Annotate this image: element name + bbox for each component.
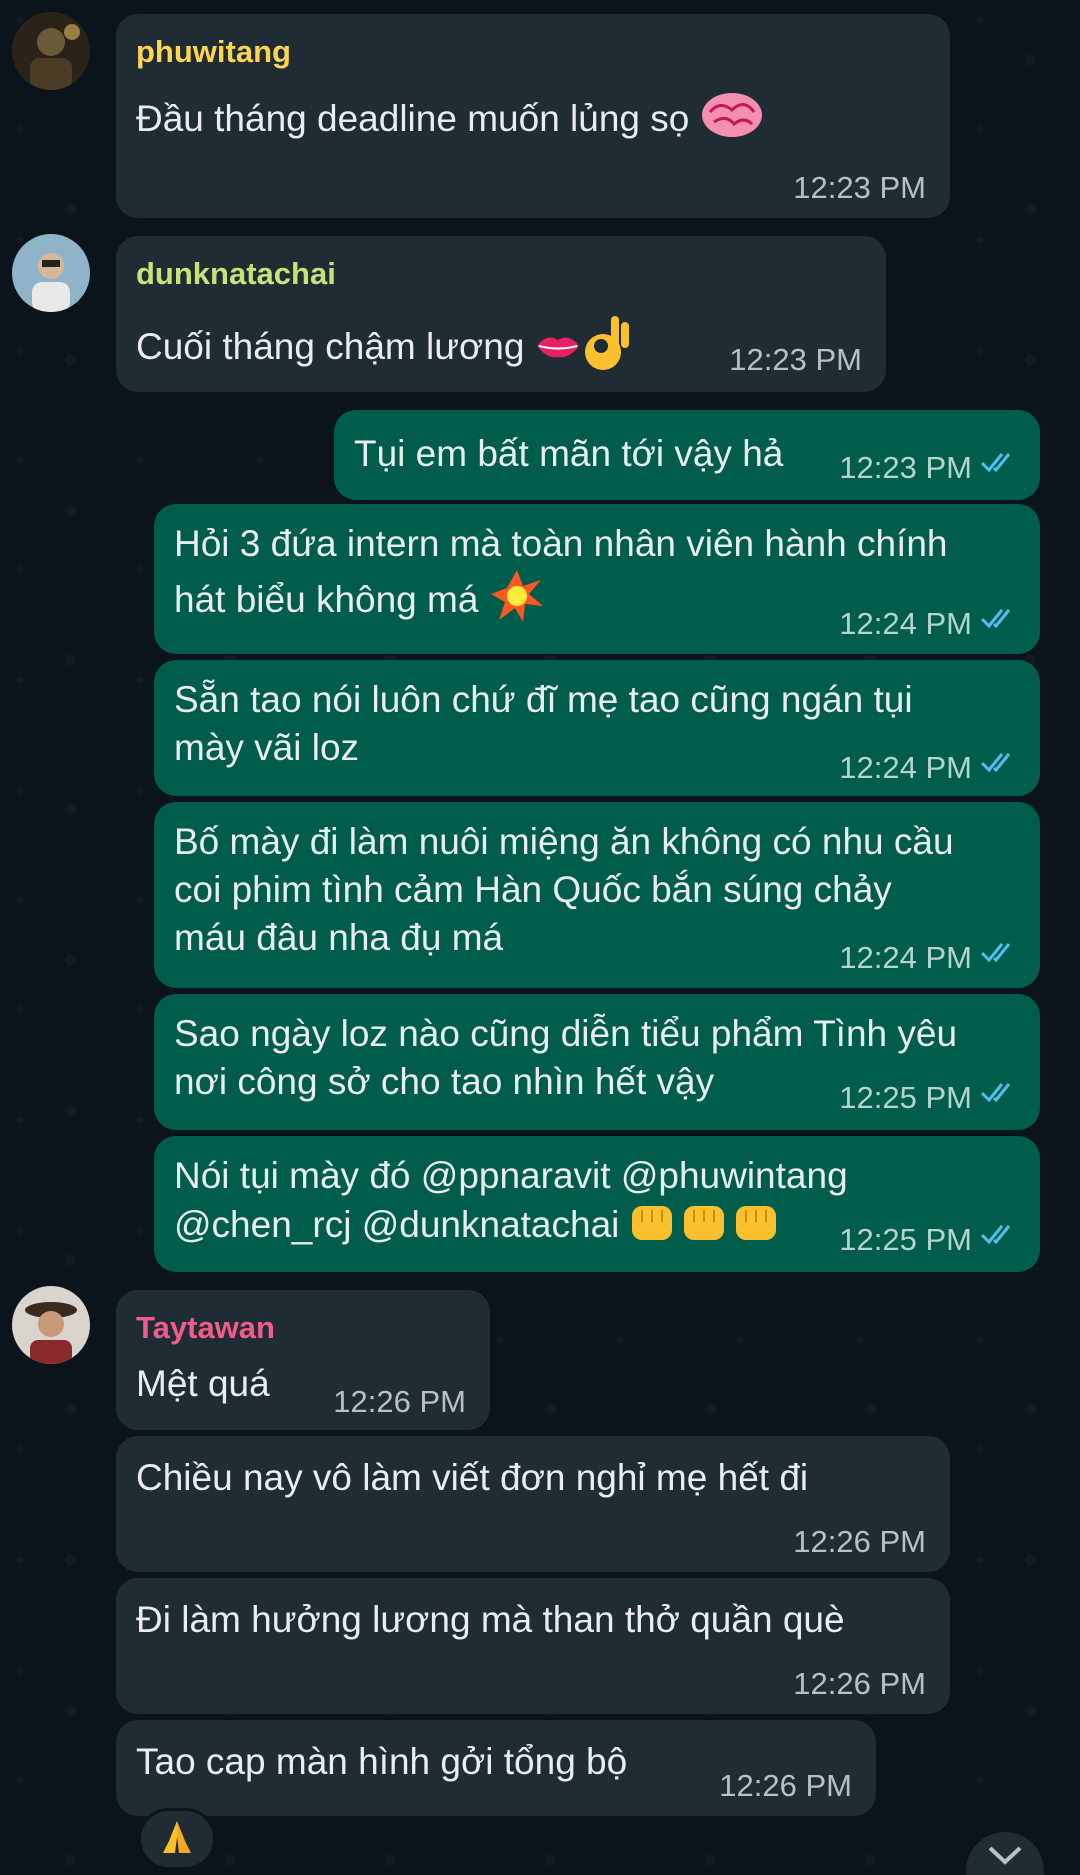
read-ticks-icon xyxy=(980,753,1011,773)
read-ticks-icon xyxy=(980,1225,1011,1245)
message-time: 12:23 PM xyxy=(729,342,862,377)
avatar-taytawan[interactable] xyxy=(12,1286,90,1364)
message-bubble[interactable]: Sẵn tao nói luôn chứ đĩ mẹ tao cũng ngán… xyxy=(154,660,1040,796)
folded-hands-icon xyxy=(157,1817,197,1862)
message-bubble[interactable]: dunknatachai Cuối tháng chậm lương 12:23… xyxy=(116,236,886,392)
message-time: 12:24 PM xyxy=(839,606,972,641)
message-text: Hỏi 3 đứa intern mà toàn nhân viên hành … xyxy=(174,520,948,636)
message-bubble[interactable]: Chiều nay vô làm viết đơn nghỉ mẹ hết đi… xyxy=(116,1436,950,1572)
message-time: 12:24 PM xyxy=(839,750,972,785)
sender-name[interactable]: phuwitang xyxy=(136,28,291,76)
read-ticks-icon xyxy=(980,453,1011,473)
message-text: Chiều nay vô làm viết đơn nghỉ mẹ hết đi xyxy=(136,1457,809,1498)
brain-icon xyxy=(700,90,764,152)
message-text: Tao cap màn hình gởi tổng bộ xyxy=(136,1741,628,1782)
collision-icon xyxy=(489,568,545,636)
message-time: 12:25 PM xyxy=(839,1080,972,1115)
message-text: Tụi em bất mãn tới vậy hả xyxy=(354,433,784,474)
sender-name[interactable]: Taytawan xyxy=(136,1304,275,1352)
message-text: Bố mày đi làm nuôi miệng ăn không có nhu… xyxy=(174,821,954,958)
message-time: 12:23 PM xyxy=(839,450,972,485)
message-bubble[interactable]: Taytawan Mệt quá 12:26 PM xyxy=(116,1290,490,1430)
message-time: 12:26 PM xyxy=(793,1524,926,1559)
sender-name[interactable]: dunknatachai xyxy=(136,250,336,298)
message-bubble[interactable]: Đi làm hưởng lương mà than thở quần què … xyxy=(116,1578,950,1714)
read-ticks-icon xyxy=(980,943,1011,963)
chevron-down-icon xyxy=(988,1846,1022,1865)
message-time: 12:26 PM xyxy=(333,1384,466,1419)
message-bubble[interactable]: Bố mày đi làm nuôi miệng ăn không có nhu… xyxy=(154,802,1040,988)
message-time: 12:25 PM xyxy=(839,1222,972,1257)
avatar-phuwitang[interactable] xyxy=(12,12,90,90)
message-bubble[interactable]: phuwitang Đầu tháng deadline muốn lủng s… xyxy=(116,14,950,218)
message-bubble[interactable]: Nói tụi mày đó @ppnaravit @phuwintang @c… xyxy=(154,1136,1040,1272)
message-text: Đi làm hưởng lương mà than thở quần què xyxy=(136,1599,845,1640)
message-text: Cuối tháng chậm lương xyxy=(136,312,633,386)
message-time: 12:26 PM xyxy=(793,1666,926,1701)
message-text: Nói tụi mày đó @ppnaravit @phuwintang @c… xyxy=(174,1152,848,1254)
message-text: Đầu tháng deadline muốn lủng sọ xyxy=(136,90,764,152)
read-ticks-icon xyxy=(980,1083,1011,1103)
scroll-to-bottom-button[interactable] xyxy=(966,1832,1044,1875)
message-time: 12:26 PM xyxy=(719,1768,852,1803)
read-ticks-icon xyxy=(980,609,1011,629)
message-bubble[interactable]: Hỏi 3 đứa intern mà toàn nhân viên hành … xyxy=(154,504,1040,654)
message-reaction[interactable] xyxy=(138,1808,216,1870)
message-time: 12:24 PM xyxy=(839,940,972,975)
message-text: Sẵn tao nói luôn chứ đĩ mẹ tao cũng ngán… xyxy=(174,679,913,768)
ok-hand-icon xyxy=(581,312,633,386)
lips-icon xyxy=(535,325,581,373)
message-bubble[interactable]: Tao cap màn hình gởi tổng bộ 12:26 PM xyxy=(116,1720,876,1816)
message-bubble[interactable]: Sao ngày loz nào cũng diễn tiểu phẩm Tìn… xyxy=(154,994,1040,1130)
message-bubble[interactable]: Tụi em bất mãn tới vậy hả 12:23 PM xyxy=(334,410,1040,500)
avatar-dunknatachai[interactable] xyxy=(12,234,90,312)
message-text: Mệt quá xyxy=(136,1363,270,1404)
message-time: 12:23 PM xyxy=(793,170,926,205)
fist-icon xyxy=(630,1200,780,1254)
